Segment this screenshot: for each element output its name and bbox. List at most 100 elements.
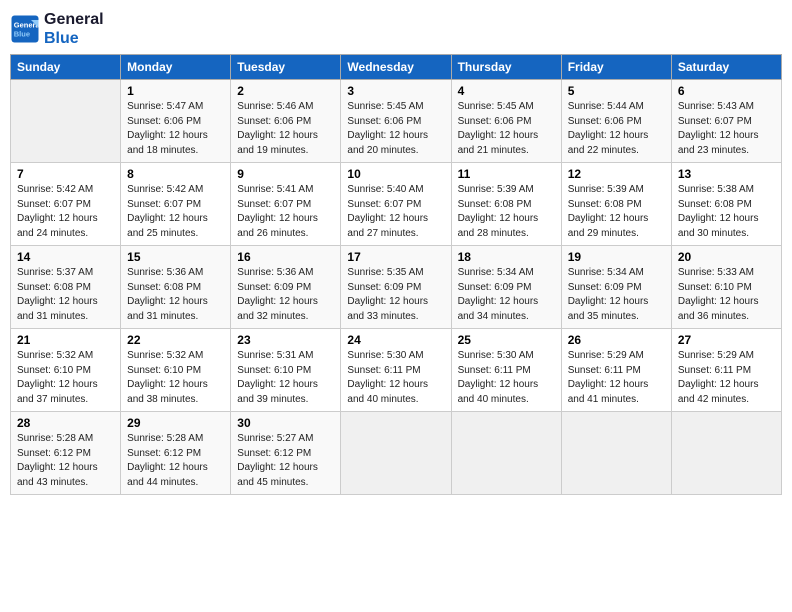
svg-text:Blue: Blue — [14, 30, 30, 39]
day-cell: 24 Sunrise: 5:30 AM Sunset: 6:11 PM Dayli… — [341, 329, 451, 412]
day-cell — [561, 412, 671, 495]
day-number: 17 — [347, 250, 444, 264]
day-number: 10 — [347, 167, 444, 181]
day-cell — [671, 412, 781, 495]
day-info: Sunrise: 5:36 AM Sunset: 6:09 PM Dayligh… — [237, 266, 334, 324]
day-number: 5 — [568, 84, 665, 98]
day-cell: 19 Sunrise: 5:34 AM Sunset: 6:09 PM Dayli… — [561, 246, 671, 329]
logo-name: General Blue — [44, 10, 104, 48]
col-header-sunday: Sunday — [11, 55, 121, 80]
day-cell: 29 Sunrise: 5:28 AM Sunset: 6:12 PM Dayli… — [121, 412, 231, 495]
day-info: Sunrise: 5:45 AM Sunset: 6:06 PM Dayligh… — [458, 100, 555, 158]
day-number: 9 — [237, 167, 334, 181]
day-cell: 17 Sunrise: 5:35 AM Sunset: 6:09 PM Dayli… — [341, 246, 451, 329]
day-cell: 20 Sunrise: 5:33 AM Sunset: 6:10 PM Dayli… — [671, 246, 781, 329]
day-cell: 12Sunrise: 5:39 AM Sunset: 6:08 PM Dayli… — [561, 163, 671, 246]
day-number: 29 — [127, 416, 224, 430]
week-row-4: 21 Sunrise: 5:32 AM Sunset: 6:10 PM Dayli… — [11, 329, 782, 412]
day-cell: 26Sunrise: 5:29 AM Sunset: 6:11 PM Dayli… — [561, 329, 671, 412]
week-row-1: 1 Sunrise: 5:47 AM Sunset: 6:06 PM Daylig… — [11, 80, 782, 163]
day-info: Sunrise: 5:34 AM Sunset: 6:09 PM Dayligh… — [458, 266, 555, 324]
day-cell — [341, 412, 451, 495]
day-info: Sunrise: 5:28 AM Sunset: 6:12 PM Dayligh… — [17, 432, 114, 490]
week-row-3: 14 Sunrise: 5:37 AM Sunset: 6:08 PM Dayli… — [11, 246, 782, 329]
day-cell: 4 Sunrise: 5:45 AM Sunset: 6:06 PM Daylig… — [451, 80, 561, 163]
day-number: 12 — [568, 167, 665, 181]
day-cell: 15 Sunrise: 5:36 AM Sunset: 6:08 PM Dayli… — [121, 246, 231, 329]
day-cell: 5Sunrise: 5:44 AM Sunset: 6:06 PM Daylig… — [561, 80, 671, 163]
day-info: Sunrise: 5:43 AM Sunset: 6:07 PM Dayligh… — [678, 100, 775, 158]
col-header-monday: Monday — [121, 55, 231, 80]
day-cell: 1 Sunrise: 5:47 AM Sunset: 6:06 PM Daylig… — [121, 80, 231, 163]
day-cell: 16 Sunrise: 5:36 AM Sunset: 6:09 PM Dayli… — [231, 246, 341, 329]
day-info: Sunrise: 5:32 AM Sunset: 6:10 PM Dayligh… — [127, 349, 224, 407]
day-cell: 9 Sunrise: 5:41 AM Sunset: 6:07 PM Daylig… — [231, 163, 341, 246]
day-number: 21 — [17, 333, 114, 347]
day-number: 4 — [458, 84, 555, 98]
logo: General Blue General Blue — [10, 10, 104, 48]
day-cell: 11 Sunrise: 5:39 AM Sunset: 6:08 PM Dayli… — [451, 163, 561, 246]
col-header-friday: Friday — [561, 55, 671, 80]
day-info: Sunrise: 5:42 AM Sunset: 6:07 PM Dayligh… — [17, 183, 114, 241]
day-cell — [11, 80, 121, 163]
day-number: 2 — [237, 84, 334, 98]
day-number: 19 — [568, 250, 665, 264]
day-number: 18 — [458, 250, 555, 264]
day-number: 11 — [458, 167, 555, 181]
day-info: Sunrise: 5:34 AM Sunset: 6:09 PM Dayligh… — [568, 266, 665, 324]
day-info: Sunrise: 5:28 AM Sunset: 6:12 PM Dayligh… — [127, 432, 224, 490]
week-row-5: 28 Sunrise: 5:28 AM Sunset: 6:12 PM Dayli… — [11, 412, 782, 495]
week-row-2: 7 Sunrise: 5:42 AM Sunset: 6:07 PM Daylig… — [11, 163, 782, 246]
col-header-wednesday: Wednesday — [341, 55, 451, 80]
day-number: 14 — [17, 250, 114, 264]
day-info: Sunrise: 5:40 AM Sunset: 6:07 PM Dayligh… — [347, 183, 444, 241]
day-cell: 21 Sunrise: 5:32 AM Sunset: 6:10 PM Dayli… — [11, 329, 121, 412]
day-number: 27 — [678, 333, 775, 347]
day-info: Sunrise: 5:41 AM Sunset: 6:07 PM Dayligh… — [237, 183, 334, 241]
day-cell: 22Sunrise: 5:32 AM Sunset: 6:10 PM Dayli… — [121, 329, 231, 412]
day-info: Sunrise: 5:31 AM Sunset: 6:10 PM Dayligh… — [237, 349, 334, 407]
day-number: 25 — [458, 333, 555, 347]
day-cell: 23 Sunrise: 5:31 AM Sunset: 6:10 PM Dayli… — [231, 329, 341, 412]
day-number: 16 — [237, 250, 334, 264]
day-info: Sunrise: 5:42 AM Sunset: 6:07 PM Dayligh… — [127, 183, 224, 241]
day-info: Sunrise: 5:30 AM Sunset: 6:11 PM Dayligh… — [458, 349, 555, 407]
day-number: 23 — [237, 333, 334, 347]
day-number: 24 — [347, 333, 444, 347]
day-number: 3 — [347, 84, 444, 98]
day-number: 20 — [678, 250, 775, 264]
day-cell: 18 Sunrise: 5:34 AM Sunset: 6:09 PM Dayli… — [451, 246, 561, 329]
day-info: Sunrise: 5:38 AM Sunset: 6:08 PM Dayligh… — [678, 183, 775, 241]
day-cell: 8Sunrise: 5:42 AM Sunset: 6:07 PM Daylig… — [121, 163, 231, 246]
day-cell — [451, 412, 561, 495]
day-info: Sunrise: 5:33 AM Sunset: 6:10 PM Dayligh… — [678, 266, 775, 324]
day-cell: 13 Sunrise: 5:38 AM Sunset: 6:08 PM Dayli… — [671, 163, 781, 246]
day-cell: 3 Sunrise: 5:45 AM Sunset: 6:06 PM Daylig… — [341, 80, 451, 163]
day-number: 30 — [237, 416, 334, 430]
day-info: Sunrise: 5:32 AM Sunset: 6:10 PM Dayligh… — [17, 349, 114, 407]
day-number: 26 — [568, 333, 665, 347]
day-number: 1 — [127, 84, 224, 98]
day-number: 15 — [127, 250, 224, 264]
col-header-tuesday: Tuesday — [231, 55, 341, 80]
day-number: 28 — [17, 416, 114, 430]
day-cell: 2 Sunrise: 5:46 AM Sunset: 6:06 PM Daylig… — [231, 80, 341, 163]
day-cell: 7 Sunrise: 5:42 AM Sunset: 6:07 PM Daylig… — [11, 163, 121, 246]
logo-icon: General Blue — [10, 14, 40, 44]
day-info: Sunrise: 5:29 AM Sunset: 6:11 PM Dayligh… — [678, 349, 775, 407]
calendar-table: SundayMondayTuesdayWednesdayThursdayFrid… — [10, 54, 782, 495]
day-cell: 14 Sunrise: 5:37 AM Sunset: 6:08 PM Dayli… — [11, 246, 121, 329]
day-info: Sunrise: 5:47 AM Sunset: 6:06 PM Dayligh… — [127, 100, 224, 158]
day-number: 7 — [17, 167, 114, 181]
day-info: Sunrise: 5:46 AM Sunset: 6:06 PM Dayligh… — [237, 100, 334, 158]
day-cell: 10 Sunrise: 5:40 AM Sunset: 6:07 PM Dayli… — [341, 163, 451, 246]
day-info: Sunrise: 5:39 AM Sunset: 6:08 PM Dayligh… — [458, 183, 555, 241]
day-info: Sunrise: 5:45 AM Sunset: 6:06 PM Dayligh… — [347, 100, 444, 158]
day-info: Sunrise: 5:36 AM Sunset: 6:08 PM Dayligh… — [127, 266, 224, 324]
day-info: Sunrise: 5:27 AM Sunset: 6:12 PM Dayligh… — [237, 432, 334, 490]
day-info: Sunrise: 5:30 AM Sunset: 6:11 PM Dayligh… — [347, 349, 444, 407]
day-info: Sunrise: 5:35 AM Sunset: 6:09 PM Dayligh… — [347, 266, 444, 324]
day-cell: 6Sunrise: 5:43 AM Sunset: 6:07 PM Daylig… — [671, 80, 781, 163]
day-number: 13 — [678, 167, 775, 181]
day-info: Sunrise: 5:37 AM Sunset: 6:08 PM Dayligh… — [17, 266, 114, 324]
